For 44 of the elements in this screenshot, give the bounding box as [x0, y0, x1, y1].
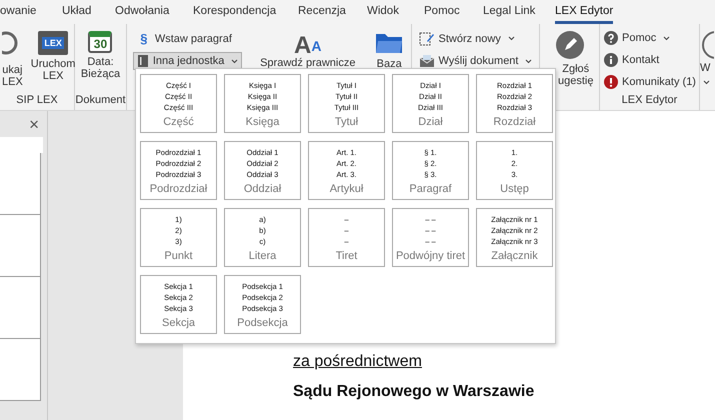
chevron-icon: [231, 58, 238, 64]
font-icon: AA: [294, 31, 322, 57]
chevron-icon: [702, 80, 710, 84]
info-icon: [604, 53, 618, 67]
table-cell: [0, 277, 41, 339]
new-document-icon: [418, 31, 434, 46]
lex-logo-icon: LEX: [38, 31, 68, 55]
ribbon-tab[interactable]: owanie: [0, 5, 36, 24]
envelope-icon: [418, 54, 434, 68]
book-icon: [136, 54, 149, 68]
ribbon-tab[interactable]: Odwołania: [115, 5, 170, 24]
ribbon-tab[interactable]: Recenzja: [298, 5, 346, 24]
document-heading: Sądu Rejonowego w Warszawie: [293, 383, 534, 401]
pencil-icon: [556, 31, 584, 59]
chevron-icon: [663, 36, 670, 40]
ribbon-button[interactable]: AA Sprawdź prawnicze: [258, 29, 358, 71]
ribbon-tab[interactable]: Korespondencja: [193, 5, 276, 24]
ribbon-button[interactable]: LEX Uruchom LEX: [28, 29, 78, 84]
ribbon-button[interactable]: Stwórz nowy: [414, 29, 536, 48]
help-icon: [604, 31, 618, 45]
ribbon-tab[interactable]: Widok: [367, 5, 399, 24]
ribbon-button[interactable]: Zgłoś ugestię: [554, 29, 596, 89]
ribbon-button[interactable]: ukaj LEX: [0, 29, 25, 90]
paragraph-icon: §: [136, 31, 151, 46]
table-cell: [0, 339, 41, 401]
close-button[interactable]: ×: [29, 117, 39, 133]
table-cell: [0, 153, 41, 215]
group-label: Dokument: [75, 94, 126, 106]
input-field[interactable]: [0, 137, 43, 153]
folder-icon: [375, 31, 404, 55]
chevron-icon: [508, 36, 515, 41]
ribbon-button[interactable]: 30 Data: Bieżąca: [78, 29, 122, 82]
table-cell: [0, 215, 41, 277]
document-link[interactable]: za pośrednictwem: [293, 353, 422, 371]
chevron-icon: [525, 58, 532, 64]
group-label: SIP LEX: [16, 94, 58, 106]
ribbon-tab[interactable]: Legal Link: [483, 5, 536, 24]
alert-icon: [604, 75, 618, 89]
ribbon-tab[interactable]: Układ: [62, 5, 92, 24]
group-label: LEX Edytor: [622, 94, 678, 106]
ribbon-button[interactable]: § Wstaw paragraf: [132, 29, 242, 48]
calendar-icon: 30: [88, 31, 112, 53]
ribbon-tab[interactable]: Pomoc: [424, 5, 460, 24]
ribbon-button[interactable]: Komunikaty (1): [600, 73, 714, 91]
